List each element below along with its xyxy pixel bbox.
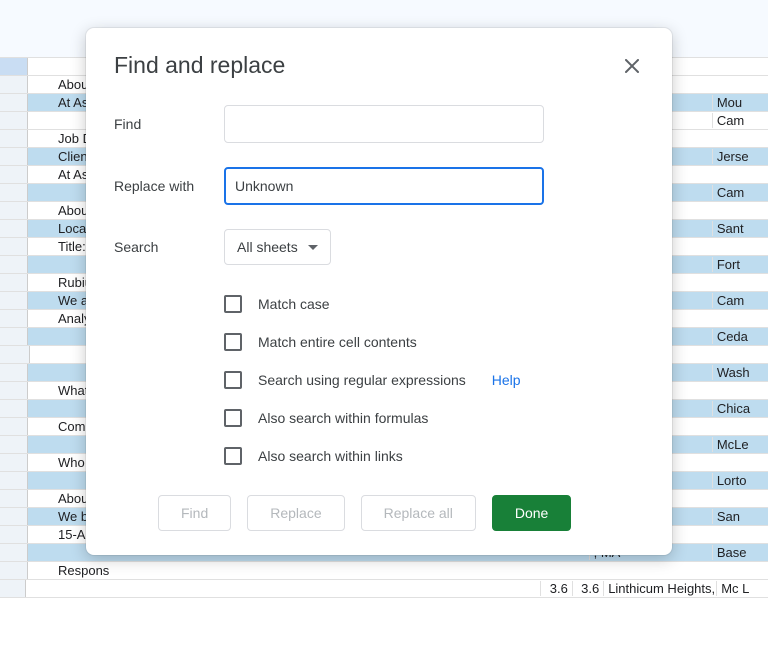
match-entire-label: Match entire cell contents bbox=[258, 334, 417, 350]
dialog-title: Find and replace bbox=[114, 52, 285, 79]
search-links-checkbox[interactable] bbox=[224, 447, 242, 465]
table-row: 3.63.6Linthicum Heights,Mc L bbox=[0, 580, 768, 598]
find-input[interactable] bbox=[224, 105, 544, 143]
search-formulas-checkbox[interactable] bbox=[224, 409, 242, 427]
table-row: Respons bbox=[0, 562, 768, 580]
search-scope-value: All sheets bbox=[237, 239, 298, 255]
replace-button[interactable]: Replace bbox=[247, 495, 344, 531]
replace-all-button[interactable]: Replace all bbox=[361, 495, 476, 531]
regex-label: Search using regular expressions bbox=[258, 372, 466, 388]
search-links-label: Also search within links bbox=[258, 448, 403, 464]
replace-with-label: Replace with bbox=[114, 178, 224, 194]
find-and-replace-dialog: Find and replace Find Replace with Searc… bbox=[86, 28, 672, 555]
search-scope-select[interactable]: All sheets bbox=[224, 229, 331, 265]
regex-checkbox[interactable] bbox=[224, 371, 242, 389]
search-formulas-label: Also search within formulas bbox=[258, 410, 428, 426]
match-entire-checkbox[interactable] bbox=[224, 333, 242, 351]
search-label: Search bbox=[114, 239, 224, 255]
chevron-down-icon bbox=[308, 245, 318, 250]
regex-help-link[interactable]: Help bbox=[492, 372, 521, 388]
close-icon[interactable] bbox=[620, 54, 644, 78]
replace-with-input[interactable] bbox=[224, 167, 544, 205]
done-button[interactable]: Done bbox=[492, 495, 571, 531]
find-label: Find bbox=[114, 116, 224, 132]
find-button[interactable]: Find bbox=[158, 495, 231, 531]
match-case-label: Match case bbox=[258, 296, 330, 312]
match-case-checkbox[interactable] bbox=[224, 295, 242, 313]
